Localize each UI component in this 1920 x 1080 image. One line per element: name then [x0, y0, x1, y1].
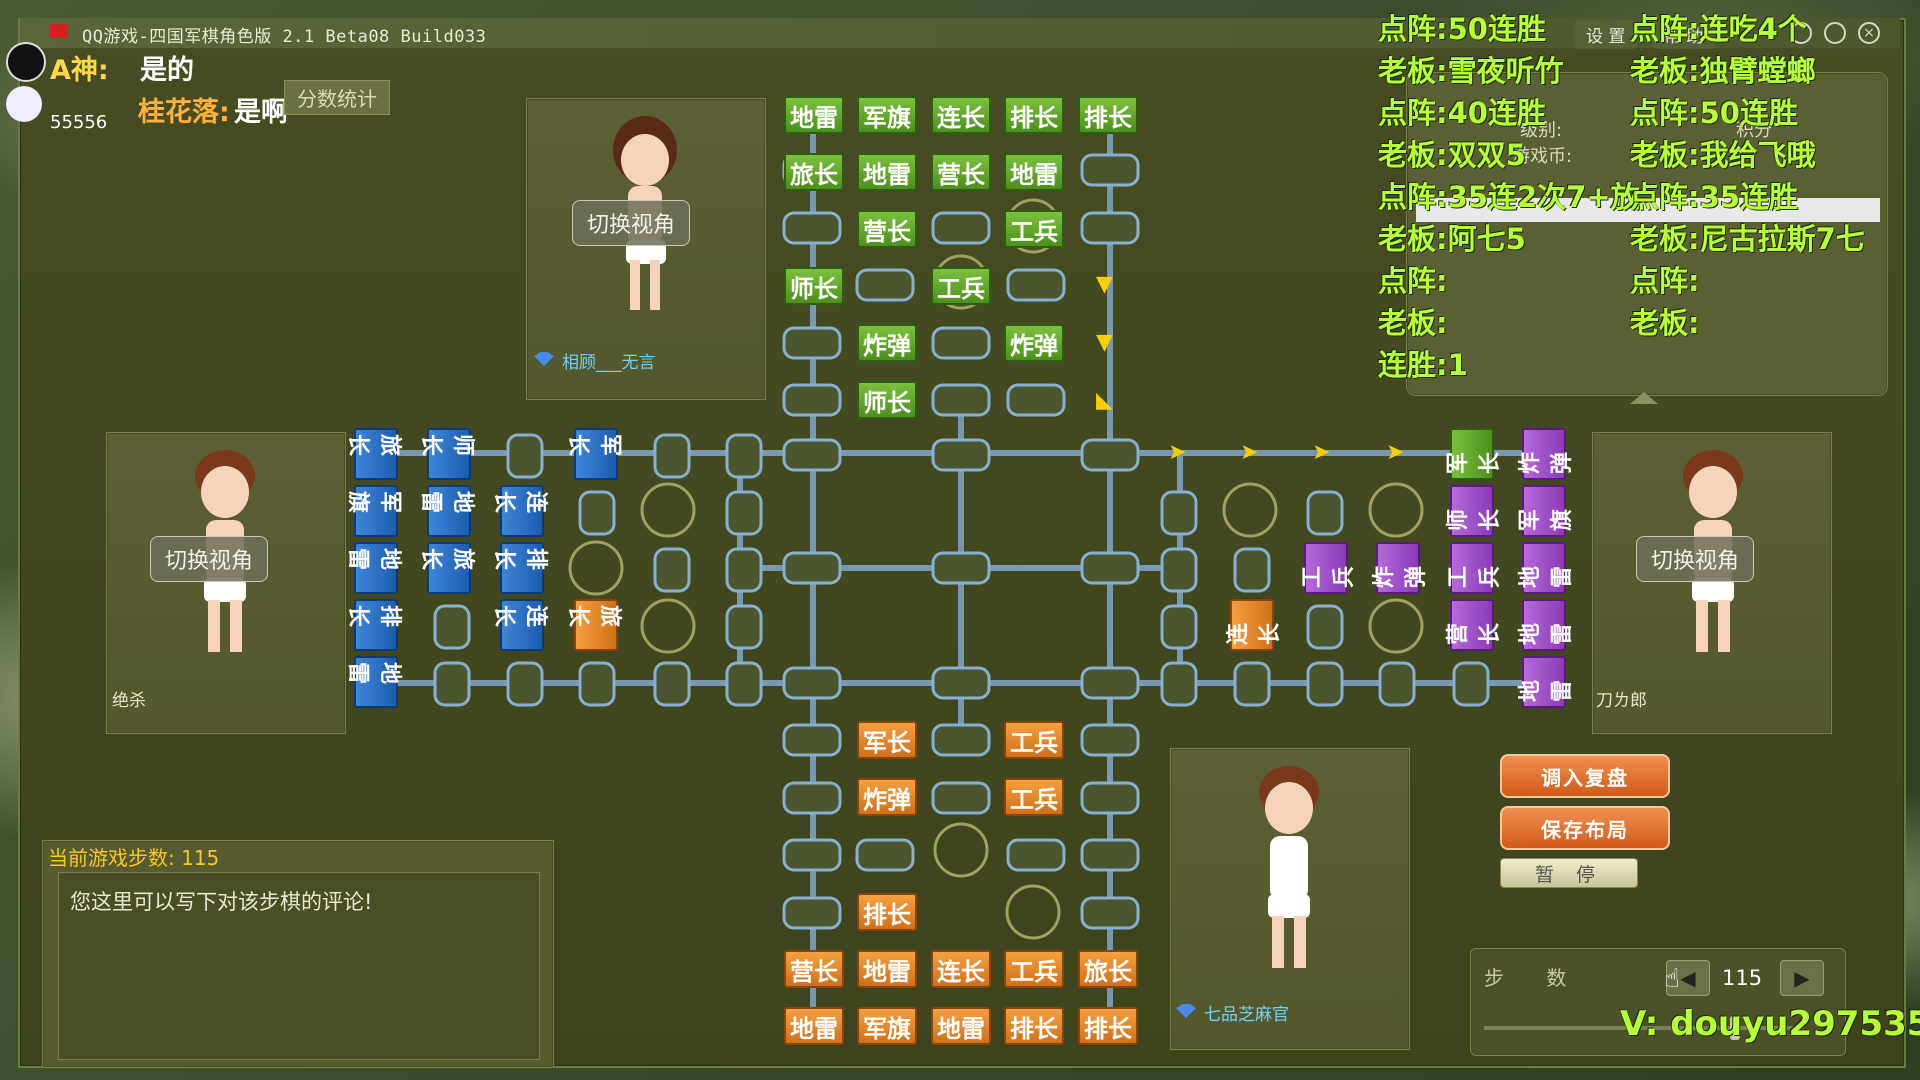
- right-piece[interactable]: 工兵: [1300, 542, 1357, 594]
- bottom-piece[interactable]: 地雷: [784, 1007, 844, 1045]
- bottom-piece[interactable]: 排长: [857, 893, 917, 931]
- bottom-piece[interactable]: 工兵: [1004, 950, 1064, 988]
- right-piece[interactable]: 军长: [1446, 428, 1503, 480]
- bottom-piece[interactable]: 排长: [1078, 1007, 1138, 1045]
- left-piece[interactable]: 排长: [491, 542, 548, 594]
- top-piece[interactable]: 地雷: [1004, 153, 1064, 191]
- overlay-left-7: 老板:: [1378, 306, 1448, 340]
- steps-label: 步 数: [1484, 966, 1585, 990]
- overlay-left-1: 老板:雪夜听竹: [1378, 54, 1564, 88]
- left-piece[interactable]: 军旗: [345, 485, 402, 537]
- right-piece[interactable]: 师长: [1446, 485, 1503, 537]
- load-replay-button[interactable]: 调入复盘: [1500, 754, 1670, 798]
- steps-value: 115: [1722, 966, 1763, 990]
- overlay-left-4: 点阵:35连2次7+放: [1378, 180, 1640, 214]
- bottom-piece[interactable]: 地雷: [931, 1007, 991, 1045]
- move-arrow-icon: ➤: [1386, 440, 1405, 465]
- left-piece[interactable]: 连长: [491, 599, 548, 651]
- bottom-piece[interactable]: 旅长: [1078, 950, 1138, 988]
- overlay-right-6: 点阵:: [1630, 264, 1700, 298]
- top-piece[interactable]: 营长: [931, 153, 991, 191]
- overlay-right-3: 老板:我给飞哦: [1630, 138, 1816, 172]
- overlay-watermark: V: douyu297535: [1620, 1004, 1920, 1044]
- overlay-right-0: 点阵:连吃4个: [1630, 12, 1807, 46]
- overlay-right-2: 点阵:50连胜: [1630, 96, 1798, 130]
- top-piece[interactable]: 炸弹: [857, 324, 917, 362]
- top-piece[interactable]: 连长: [931, 96, 991, 134]
- bottom-piece[interactable]: 军旗: [857, 1007, 917, 1045]
- pause-button[interactable]: 暂 停: [1500, 858, 1638, 888]
- left-piece-captured[interactable]: 旅长: [565, 599, 622, 651]
- save-layout-button[interactable]: 保存布局: [1500, 806, 1670, 850]
- overlay-right-1: 老板:独臂螳螂: [1630, 54, 1816, 88]
- cursor-icon: ☝: [1664, 964, 1680, 994]
- next-step-button[interactable]: ▶: [1780, 960, 1824, 996]
- left-piece[interactable]: 师长: [418, 428, 475, 480]
- overlay-left-6: 点阵:: [1378, 264, 1448, 298]
- move-arrow-icon: ◣: [1096, 388, 1113, 413]
- top-piece[interactable]: 营长: [857, 210, 917, 248]
- bottom-piece[interactable]: 连长: [931, 950, 991, 988]
- right-piece[interactable]: 工兵: [1446, 542, 1503, 594]
- overlay-left-0: 点阵:50连胜: [1378, 12, 1546, 46]
- left-piece[interactable]: 连长: [491, 485, 548, 537]
- overlay-left-2: 点阵:40连胜: [1378, 96, 1546, 130]
- top-piece[interactable]: 军旗: [857, 96, 917, 134]
- bottom-piece[interactable]: 地雷: [857, 950, 917, 988]
- right-piece[interactable]: 炸弹: [1372, 542, 1429, 594]
- right-piece[interactable]: 地雷: [1518, 599, 1575, 651]
- right-piece[interactable]: 炸弹: [1518, 428, 1575, 480]
- left-piece[interactable]: 旅长: [418, 542, 475, 594]
- top-piece[interactable]: 工兵: [1004, 210, 1064, 248]
- bottom-piece[interactable]: 工兵: [1004, 778, 1064, 816]
- overlay-right-4: 点阵:35连胜: [1630, 180, 1798, 214]
- top-piece[interactable]: 排长: [1078, 96, 1138, 134]
- overlay-left-3: 老板:双双5: [1378, 138, 1526, 172]
- left-piece[interactable]: 军长: [565, 428, 622, 480]
- left-piece[interactable]: 排长: [345, 599, 402, 651]
- move-arrow-icon: ▼: [1096, 272, 1113, 297]
- bottom-piece[interactable]: 工兵: [1004, 721, 1064, 759]
- bottom-piece[interactable]: 营长: [784, 950, 844, 988]
- comment-placeholder: 您这里可以写下对该步棋的评论!: [70, 890, 373, 914]
- top-piece[interactable]: 师长: [784, 267, 844, 305]
- bottom-piece[interactable]: 排长: [1004, 1007, 1064, 1045]
- overlay-left-5: 老板:阿七5: [1378, 222, 1526, 256]
- move-arrow-icon: ➤: [1240, 440, 1259, 465]
- overlay-right-7: 老板:: [1630, 306, 1700, 340]
- top-piece[interactable]: 排长: [1004, 96, 1064, 134]
- left-piece[interactable]: 旅长: [345, 428, 402, 480]
- right-piece-captured[interactable]: 连长: [1226, 599, 1283, 651]
- left-piece[interactable]: 地雷: [345, 542, 402, 594]
- current-steps-text: 当前游戏步数: 115: [48, 846, 220, 870]
- top-piece[interactable]: 地雷: [857, 153, 917, 191]
- left-piece[interactable]: 地雷: [345, 656, 402, 708]
- bottom-piece[interactable]: 军长: [857, 721, 917, 759]
- top-piece[interactable]: 旅长: [784, 153, 844, 191]
- right-piece[interactable]: 营长: [1446, 599, 1503, 651]
- top-piece[interactable]: 地雷: [784, 96, 844, 134]
- right-piece[interactable]: 地雷: [1518, 542, 1575, 594]
- top-piece[interactable]: 师长: [857, 381, 917, 419]
- left-piece[interactable]: 地雷: [418, 485, 475, 537]
- top-piece[interactable]: 工兵: [931, 267, 991, 305]
- move-arrow-icon: ➤: [1312, 440, 1331, 465]
- overlay-right-5: 老板:尼古拉斯7七: [1630, 222, 1865, 256]
- right-piece[interactable]: 地雷: [1518, 656, 1575, 708]
- right-piece[interactable]: 军旗: [1518, 485, 1575, 537]
- top-piece[interactable]: 炸弹: [1004, 324, 1064, 362]
- overlay-left-8: 连胜:1: [1378, 348, 1468, 382]
- move-arrow-icon: ▼: [1096, 330, 1113, 355]
- bottom-piece[interactable]: 炸弹: [857, 778, 917, 816]
- move-arrow-icon: ➤: [1168, 440, 1187, 465]
